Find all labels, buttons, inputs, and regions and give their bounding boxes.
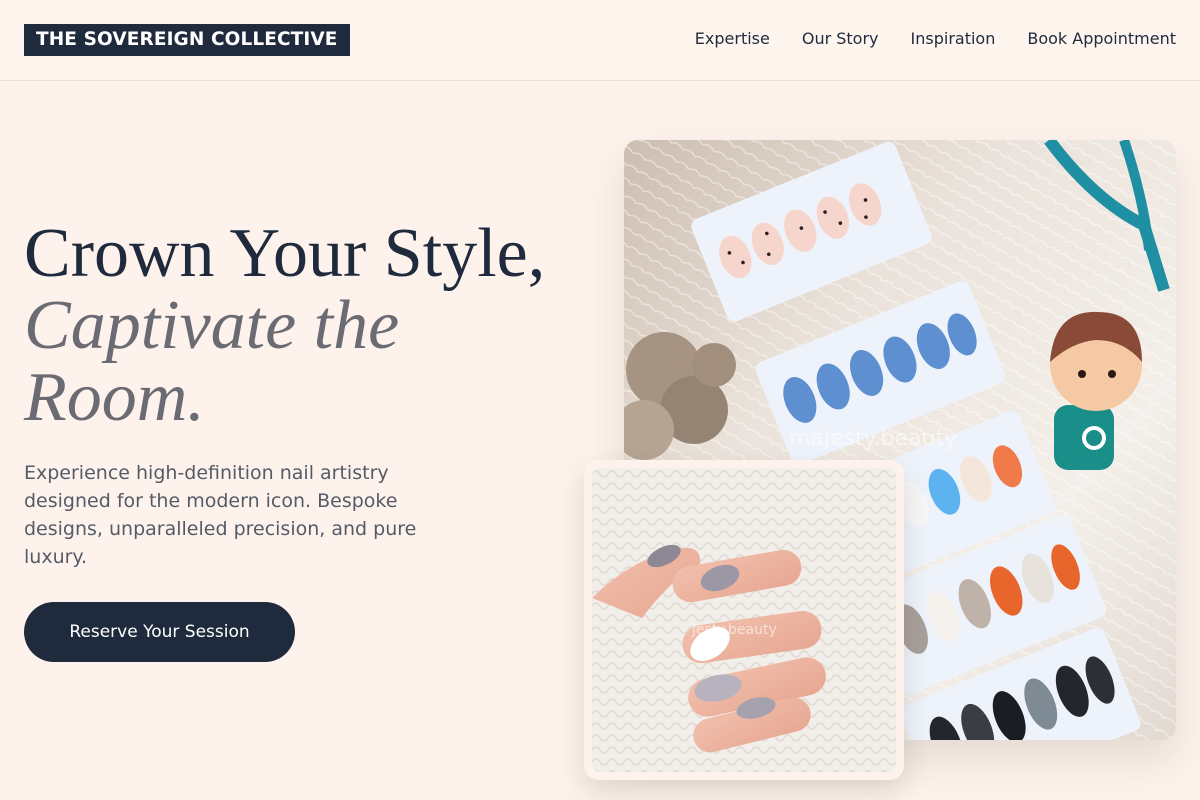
hero-title-line2: Captivate the Room.: [24, 287, 400, 436]
main-nav: Expertise Our Story Inspiration Book App…: [695, 29, 1176, 49]
main-watermark: majesty.beauty: [789, 426, 957, 451]
nav-link-inspiration[interactable]: Inspiration: [911, 29, 996, 49]
site-header: THE SOVEREIGN COLLECTIVE Expertise Our S…: [0, 0, 1200, 81]
manicure-photo-frame: jesty.beauty: [584, 460, 904, 780]
nav-link-our-story[interactable]: Our Story: [802, 29, 879, 49]
hero-title-line1: Crown Your Style,: [24, 215, 546, 292]
inset-watermark: jesty.beauty: [691, 622, 777, 638]
reserve-session-button[interactable]: Reserve Your Session: [24, 602, 295, 662]
manicure-photo: jesty.beauty: [592, 468, 896, 772]
hero-description: Experience high-definition nail artistry…: [24, 462, 417, 568]
nav-link-book-appointment[interactable]: Book Appointment: [1027, 29, 1176, 49]
brand-logo[interactable]: THE SOVEREIGN COLLECTIVE: [24, 24, 350, 56]
nav-link-expertise[interactable]: Expertise: [695, 29, 770, 49]
hero-title: Crown Your Style, Captivate the Room.: [24, 218, 594, 434]
